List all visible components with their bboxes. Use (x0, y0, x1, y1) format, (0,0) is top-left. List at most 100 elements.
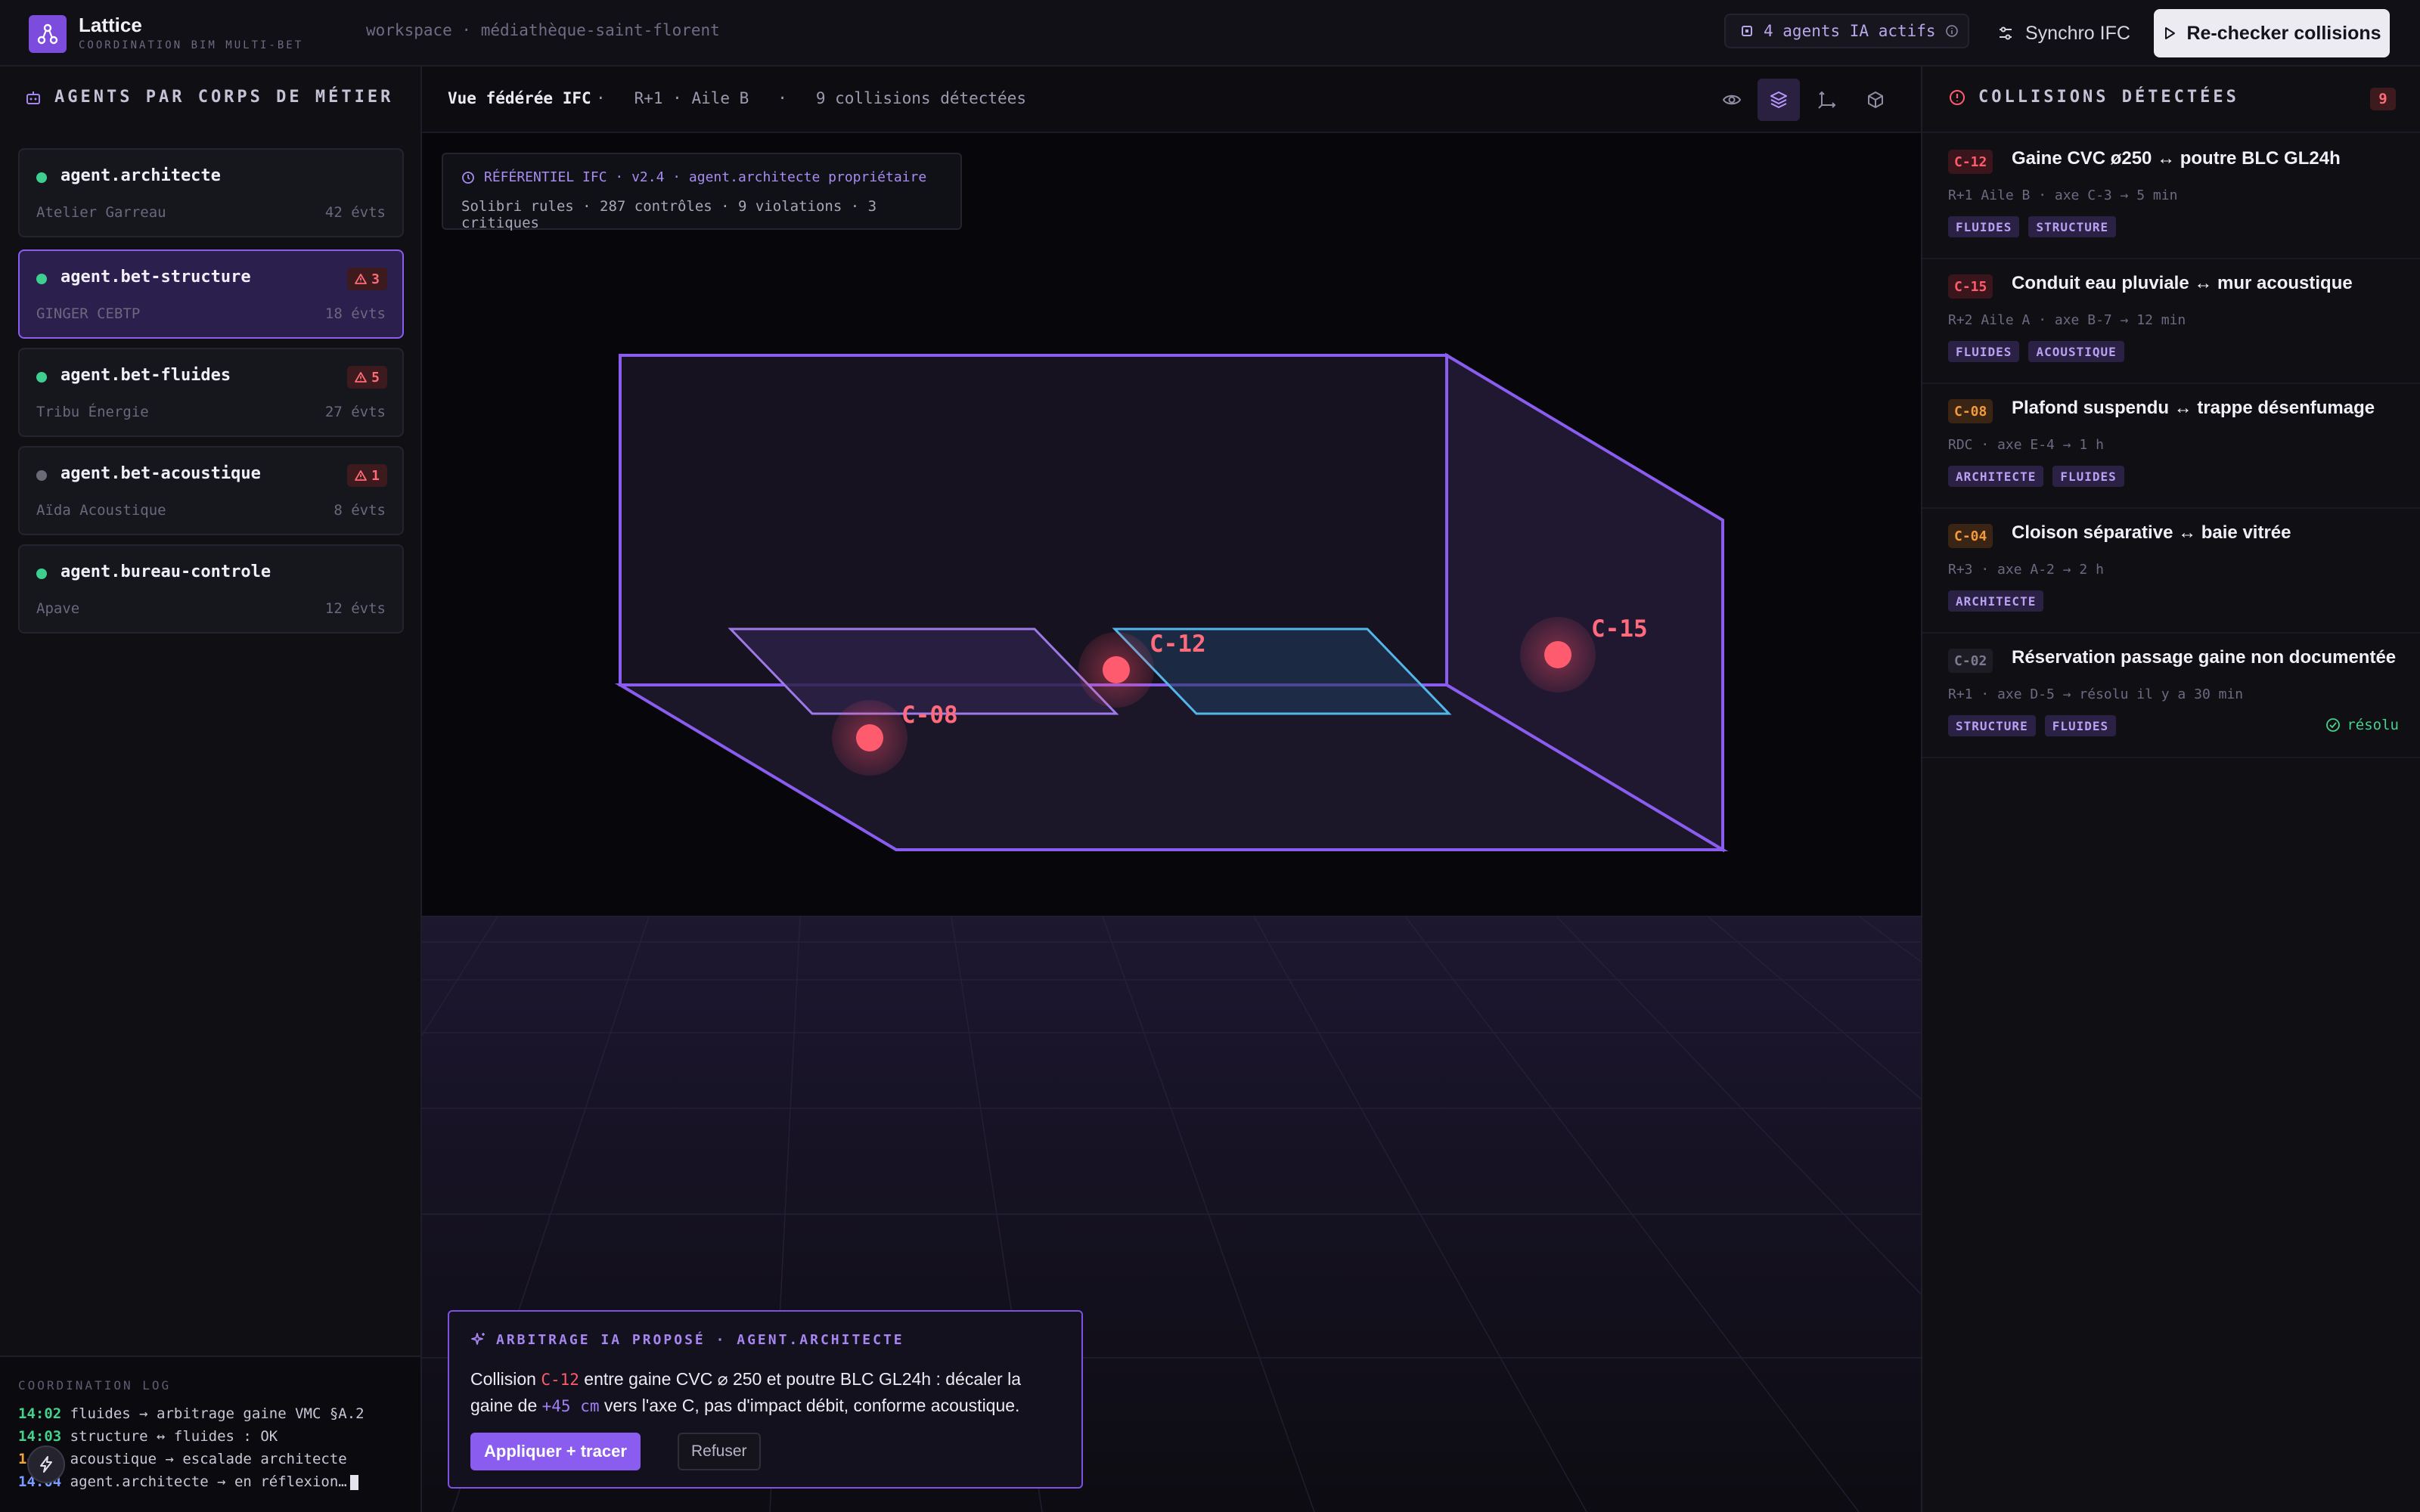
arbitration-title: ARBITRAGE IA PROPOSÉ · AGENT.ARCHITECTE (470, 1331, 904, 1348)
bolt-icon (40, 1456, 52, 1473)
agent-status-dot (36, 274, 47, 284)
ifc-reference-card: RÉFÉRENTIEL IFC · v2.4 · agent.architect… (442, 153, 962, 231)
collision-meta: R+2 Aile A · axe B-7 → 12 min (1948, 312, 2186, 328)
agent-card[interactable]: agent.bet-acoustique Aïda Acoustique 8 évt… (18, 446, 404, 535)
axes-icon (1818, 91, 1836, 109)
agent-alert-badge: 3 (347, 268, 387, 290)
sliders-icon (2000, 26, 2012, 40)
sidebar-title: AGENTS PAR CORPS DE MÉTIER (24, 88, 393, 107)
agent-event-count: 12 évts (324, 600, 386, 617)
collision-tags: ARCHITECTE FLUIDES (1948, 466, 2124, 487)
layers-toggle-button[interactable] (1758, 79, 1800, 121)
collision-title: Plafond suspendu ↔ trappe désenfumage (2012, 398, 2375, 418)
collisions-panel: COLLISIONS DÉTECTÉES 9 C-12 Gaine CVC ø25… (1921, 67, 2420, 1512)
collision-tags: FLUIDES ACOUSTIQUE (1948, 341, 2124, 362)
app-subtitle: COORDINATION BIM MULTI-BET (79, 39, 304, 51)
collision-item[interactable]: C-02 Réservation passage gaine non docume… (1922, 634, 2420, 758)
clock-icon (462, 171, 474, 184)
alert-circle-icon (1950, 89, 1965, 105)
agent-organization: Apave (36, 600, 80, 617)
cube-icon (1868, 91, 1883, 108)
bot-icon (26, 91, 40, 104)
agent-name: agent.bet-fluides (60, 366, 231, 385)
collision-item[interactable]: C-15 Conduit eau pluviale ↔ mur acoustiqu… (1922, 259, 2420, 384)
refuse-arbitration-button[interactable]: Refuser (678, 1433, 761, 1470)
warning-triangle-icon (355, 372, 368, 383)
trade-tag: ARCHITECTE (1948, 590, 2044, 612)
agent-status-dot (36, 372, 47, 383)
recheck-label: Re-checker collisions (2186, 22, 2381, 44)
warning-triangle-icon (355, 470, 368, 481)
agent-card[interactable]: agent.bet-structure GINGER CEBTP 18 évts 3 (18, 249, 404, 339)
collisions-title: COLLISIONS DÉTECTÉES (1948, 88, 2239, 107)
agent-card[interactable]: agent.architecte Atelier Garreau 42 évts (18, 148, 404, 237)
axes-toggle-button[interactable] (1806, 79, 1848, 121)
log-line: 14:03 acoustique → escalade architecte (18, 1451, 347, 1467)
collision-code-badge: C-12 (1948, 150, 1993, 174)
agents-status-label: 4 agents IA actifs (1764, 22, 1936, 40)
3d-view-button[interactable] (1854, 79, 1897, 121)
synchro-ifc-button[interactable]: Synchro IFC (1996, 14, 2130, 53)
collision-tags: FLUIDES STRUCTURE (1948, 216, 2117, 237)
eye-icon (1722, 94, 1742, 105)
agent-status-dot (36, 470, 47, 481)
collision-item[interactable]: C-12 Gaine CVC ø250 ↔ poutre BLC GL24h R+1… (1922, 135, 2420, 259)
collision-code-badge: C-15 (1948, 274, 1993, 299)
logo-icon[interactable] (29, 15, 67, 53)
collision-meta: R+1 · axe D-5 → résolu il y a 30 min (1948, 686, 2244, 702)
agent-status-dot (36, 172, 47, 183)
trade-tag: FLUIDES (1948, 341, 2020, 362)
info-icon (1945, 25, 1958, 37)
collisions-panel-header: COLLISIONS DÉTECTÉES 9 (1922, 67, 2420, 133)
log-line: 14:02 fluides → arbitrage gaine VMC §A.2 (18, 1405, 365, 1422)
collision-code-badge: C-02 (1948, 649, 1993, 673)
agent-name: agent.bureau-controle (60, 562, 271, 581)
trade-tag: FLUIDES (2044, 715, 2117, 736)
apply-arbitration-button[interactable]: Appliquer + tracer (470, 1433, 641, 1470)
collision-tags: ARCHITECTE (1948, 590, 2044, 612)
visibility-toggle-button[interactable] (1711, 79, 1753, 121)
collisions-count-badge: 9 (2370, 88, 2396, 110)
log-line: 14:03 structure ↔ fluides : OK (18, 1428, 278, 1445)
agent-status-dot (36, 569, 47, 579)
synchro-label: Synchro IFC (2025, 22, 2130, 44)
agent-organization: GINGER CEBTP (36, 305, 141, 322)
agent-organization: Tribu Énergie (36, 404, 149, 420)
sparkles-icon (471, 1333, 485, 1345)
play-icon (2165, 27, 2176, 39)
agents-sidebar: AGENTS PAR CORPS DE MÉTIER agent.archite… (0, 67, 422, 1512)
collision-item[interactable]: C-08 Plafond suspendu ↔ trappe désenfumag… (1922, 384, 2420, 509)
collision-item[interactable]: C-04 Cloison séparative ↔ baie vitrée R+3 … (1922, 509, 2420, 634)
agent-card[interactable]: agent.bureau-controle Apave 12 évts (18, 544, 404, 634)
trade-tag: STRUCTURE (2028, 216, 2117, 237)
agent-event-count: 27 évts (324, 404, 386, 420)
check-circle-icon (2326, 718, 2341, 732)
collision-code-badge: C-08 (1948, 399, 1993, 423)
agent-alert-badge: 1 (347, 464, 387, 487)
trade-tag: ARCHITECTE (1948, 466, 2044, 487)
bim-3d-scene[interactable]: C-08 C-12 C-15 (422, 133, 1921, 1512)
viewer-toolbar: Vue fédérée IFC · R+1 · Aile B · 9 colli… (422, 67, 1921, 133)
collision-meta: R+1 Aile B · axe C-3 → 5 min (1948, 187, 2178, 203)
svg-text:C-08: C-08 (901, 702, 958, 729)
ifc-viewer: Vue fédérée IFC · R+1 · Aile B · 9 colli… (422, 67, 1921, 1512)
viewer-context: · R+1 · Aile B · 9 collisions détectées (596, 89, 1026, 107)
trade-tag: FLUIDES (1948, 216, 2020, 237)
agent-event-count: 42 évts (324, 204, 386, 221)
cpu-icon (1742, 26, 1752, 36)
agent-organization: Atelier Garreau (36, 204, 166, 221)
agent-organization: Aïda Acoustique (36, 502, 166, 519)
resolved-status: résolu (2325, 717, 2399, 733)
agent-card[interactable]: agent.bet-fluides Tribu Énergie 27 évts 5 (18, 348, 404, 437)
quick-action-bolt-button[interactable] (27, 1445, 65, 1483)
breadcrumb[interactable]: workspace · médiathèque-saint-florent (366, 21, 720, 39)
log-line: 14:04 agent.architecte → en réflexion… (18, 1473, 358, 1490)
agent-name: agent.architecte (60, 166, 221, 185)
warning-triangle-icon (355, 274, 368, 284)
agent-event-count: 18 évts (324, 305, 386, 322)
recheck-collisions-button[interactable]: Re-checker collisions (2154, 9, 2390, 57)
trade-tag: ACOUSTIQUE (2028, 341, 2124, 362)
arbitration-message: Collision C-12 entre gaine CVC ⌀ 250 et … (470, 1369, 1021, 1415)
collision-meta: RDC · axe E-4 → 1 h (1948, 437, 2104, 453)
agents-status-pill[interactable]: 4 agents IA actifs (1724, 14, 1969, 48)
